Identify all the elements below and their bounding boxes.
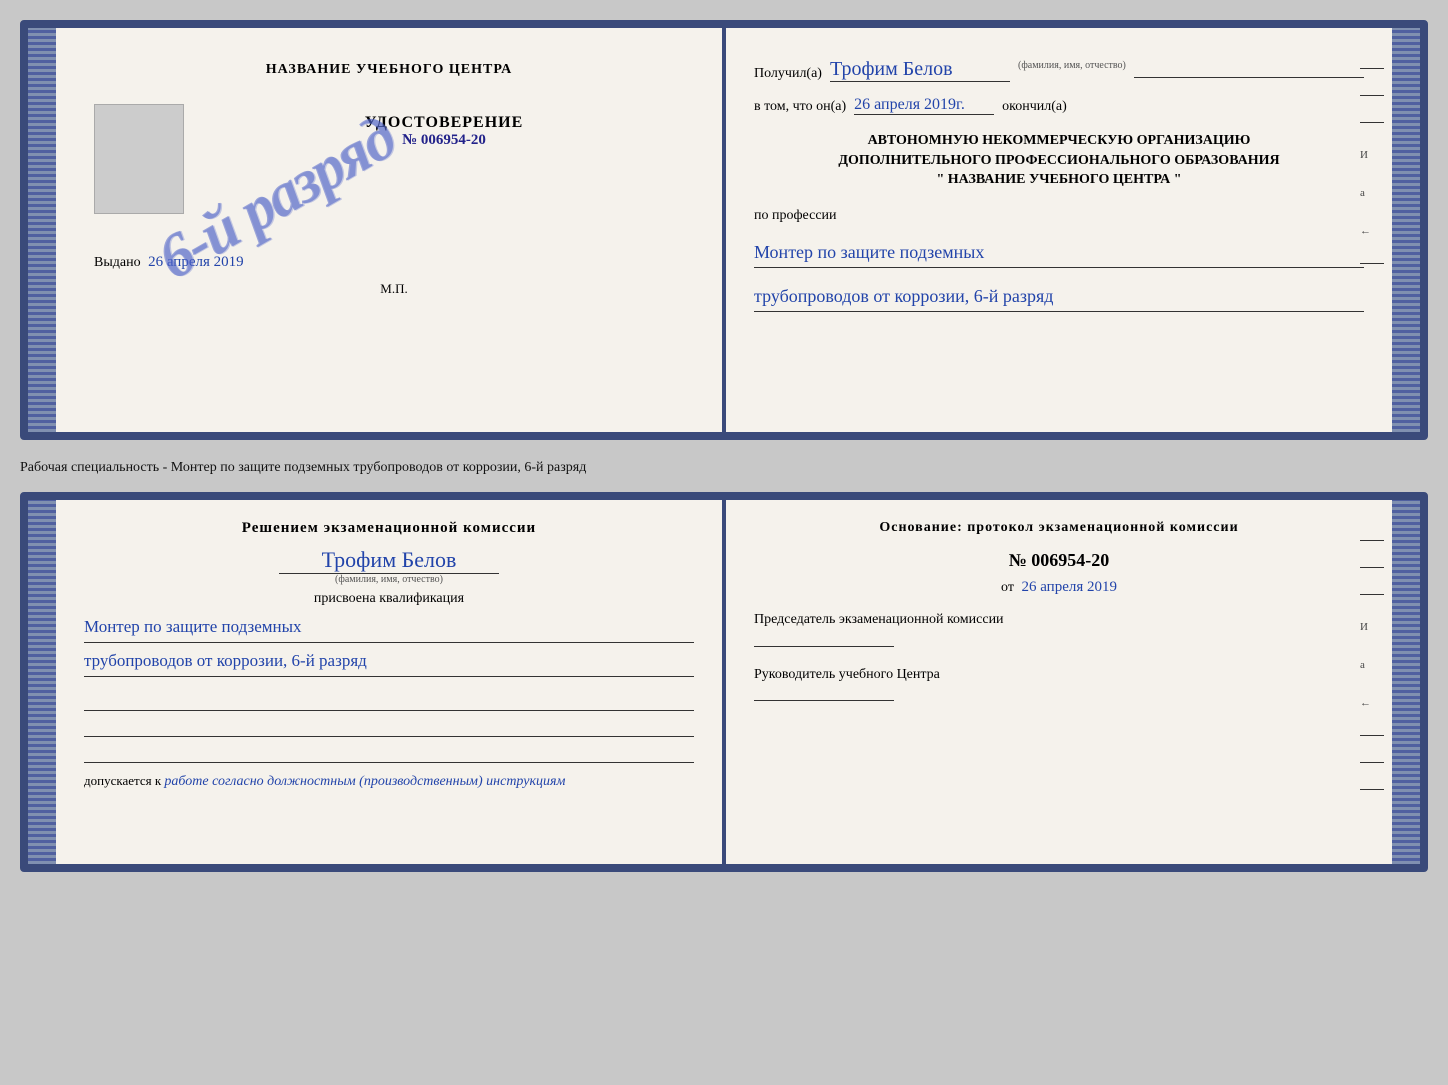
edge-mark-i-b: И xyxy=(1360,621,1384,633)
vydano-block: Выдано 26 апреля 2019 xyxy=(84,254,694,271)
edge-dash-b5 xyxy=(1360,762,1384,763)
blank-line-1 xyxy=(84,689,694,711)
fio-sub-bottom: (фамилия, имя, отчество) xyxy=(84,574,694,585)
resheniem-title: Решением экзаменационной комиссии xyxy=(84,520,694,537)
poluchil-label: Получил(а) xyxy=(754,66,822,82)
fio-sub-top: (фамилия, имя, отчество) xyxy=(1018,60,1126,71)
edge-dash-b1 xyxy=(1360,540,1384,541)
fio-bottom: Трофим Белов xyxy=(279,547,499,574)
top-cert-right: Получил(а) Трофим Белов (фамилия, имя, о… xyxy=(726,28,1392,432)
fio-handwritten-block: Трофим Белов (фамилия, имя, отчество) xyxy=(84,547,694,585)
predsedatel-block: Председатель экзаменационной комиссии xyxy=(754,610,1364,647)
bottom-cert-right: Основание: протокол экзаменационной коми… xyxy=(726,500,1392,864)
vydano-label: Выдано xyxy=(94,255,141,270)
udostoverenie-block: УДОСТОВЕРЕНИЕ № 006954-20 xyxy=(365,114,524,149)
qualification-line1: Монтер по защите подземных xyxy=(84,613,694,643)
dash-after-fio xyxy=(1134,77,1364,78)
vtom-line: в том, что он(а) 26 апреля 2019г. окончи… xyxy=(754,96,1364,115)
edge-mark-arrow: ← xyxy=(1360,225,1384,237)
rukovoditel-sign-line xyxy=(754,700,894,701)
right-texture-bottom xyxy=(1392,500,1420,864)
poluchil-line: Получил(а) Трофим Белов (фамилия, имя, о… xyxy=(754,58,1364,82)
blank-line-3 xyxy=(84,741,694,763)
vydano-date: 26 апреля 2019 xyxy=(148,254,244,270)
edge-dash-4 xyxy=(1360,263,1384,264)
edge-dash-b4 xyxy=(1360,735,1384,736)
org-name: " НАЗВАНИЕ УЧЕБНОГО ЦЕНТРА " xyxy=(754,172,1364,188)
mp-block: М.П. xyxy=(370,281,407,297)
okonchil-label: окончил(а) xyxy=(1002,99,1067,115)
qualification-line2: трубопроводов от коррозии, 6-й разряд xyxy=(84,647,694,677)
profession-line1: Монтер по защите подземных xyxy=(754,238,1364,268)
left-texture xyxy=(28,28,56,432)
right-edge-marks-bottom: И а ← xyxy=(1360,540,1384,790)
edge-dash-b3 xyxy=(1360,594,1384,595)
udostoverenie-number: № 006954-20 xyxy=(365,132,524,149)
top-certificate: НАЗВАНИЕ УЧЕБНОГО ЦЕНТРА УДОСТОВЕРЕНИЕ №… xyxy=(20,20,1428,440)
blank-line-2 xyxy=(84,715,694,737)
right-texture-top xyxy=(1392,28,1420,432)
school-name-top: НАЗВАНИЕ УЧЕБНОГО ЦЕНТРА xyxy=(266,62,512,78)
osnovanie-title: Основание: протокол экзаменационной коми… xyxy=(754,520,1364,536)
predsedatel-sign-line xyxy=(754,646,894,647)
edge-mark-a: а xyxy=(1360,187,1384,199)
edge-dash-3 xyxy=(1360,122,1384,123)
ot-date-block: от 26 апреля 2019 xyxy=(754,579,1364,596)
edge-mark-a-b: а xyxy=(1360,659,1384,671)
edge-dash-b6 xyxy=(1360,789,1384,790)
po-professii-label: по профессии xyxy=(754,208,1364,224)
bottom-cert-left: Решением экзаменационной комиссии Трофим… xyxy=(56,500,722,864)
dopuskaetsya-value: работе согласно должностным (производств… xyxy=(164,774,565,789)
top-cert-left: НАЗВАНИЕ УЧЕБНОГО ЦЕНТРА УДОСТОВЕРЕНИЕ №… xyxy=(56,28,722,432)
edge-mark-i: И xyxy=(1360,149,1384,161)
prisvoena-label: присвоена квалификация xyxy=(84,591,694,607)
date-top: 26 апреля 2019г. xyxy=(854,96,994,115)
predsedatel-title: Председатель экзаменационной комиссии xyxy=(754,610,1364,630)
photo-placeholder xyxy=(94,104,184,214)
left-texture-bottom xyxy=(28,500,56,864)
fio-top: Трофим Белов xyxy=(830,58,1010,82)
edge-dash-1 xyxy=(1360,68,1384,69)
right-edge-marks: И а ← xyxy=(1360,68,1384,264)
edge-dash-b2 xyxy=(1360,567,1384,568)
org-line2: ДОПОЛНИТЕЛЬНОГО ПРОФЕССИОНАЛЬНОГО ОБРАЗО… xyxy=(838,153,1279,168)
profession-line2: трубопроводов от коррозии, 6-й разряд xyxy=(754,282,1364,312)
middle-text: Рабочая специальность - Монтер по защите… xyxy=(20,452,1428,480)
ot-label: от xyxy=(1001,580,1014,595)
bottom-lines xyxy=(84,689,694,763)
udostoverenie-title: УДОСТОВЕРЕНИЕ xyxy=(365,114,524,132)
edge-dash-2 xyxy=(1360,95,1384,96)
rukovoditel-title: Руководитель учебного Центра xyxy=(754,665,1364,685)
protocol-number: № 006954-20 xyxy=(754,550,1364,571)
ot-date: 26 апреля 2019 xyxy=(1021,579,1117,595)
org-block: АВТОНОМНУЮ НЕКОММЕРЧЕСКУЮ ОРГАНИЗАЦИЮ ДО… xyxy=(754,131,1364,188)
dopuskaetsya-label: допускается к xyxy=(84,773,161,788)
dopuskaetsya-block: допускается к работе согласно должностны… xyxy=(84,773,694,790)
org-line1: АВТОНОМНУЮ НЕКОММЕРЧЕСКУЮ ОРГАНИЗАЦИЮ ДО… xyxy=(754,131,1364,170)
edge-mark-arrow-b: ← xyxy=(1360,697,1384,709)
bottom-certificate: Решением экзаменационной комиссии Трофим… xyxy=(20,492,1428,872)
vtom-label: в том, что он(а) xyxy=(754,99,846,115)
page-wrapper: НАЗВАНИЕ УЧЕБНОГО ЦЕНТРА УДОСТОВЕРЕНИЕ №… xyxy=(20,20,1428,872)
